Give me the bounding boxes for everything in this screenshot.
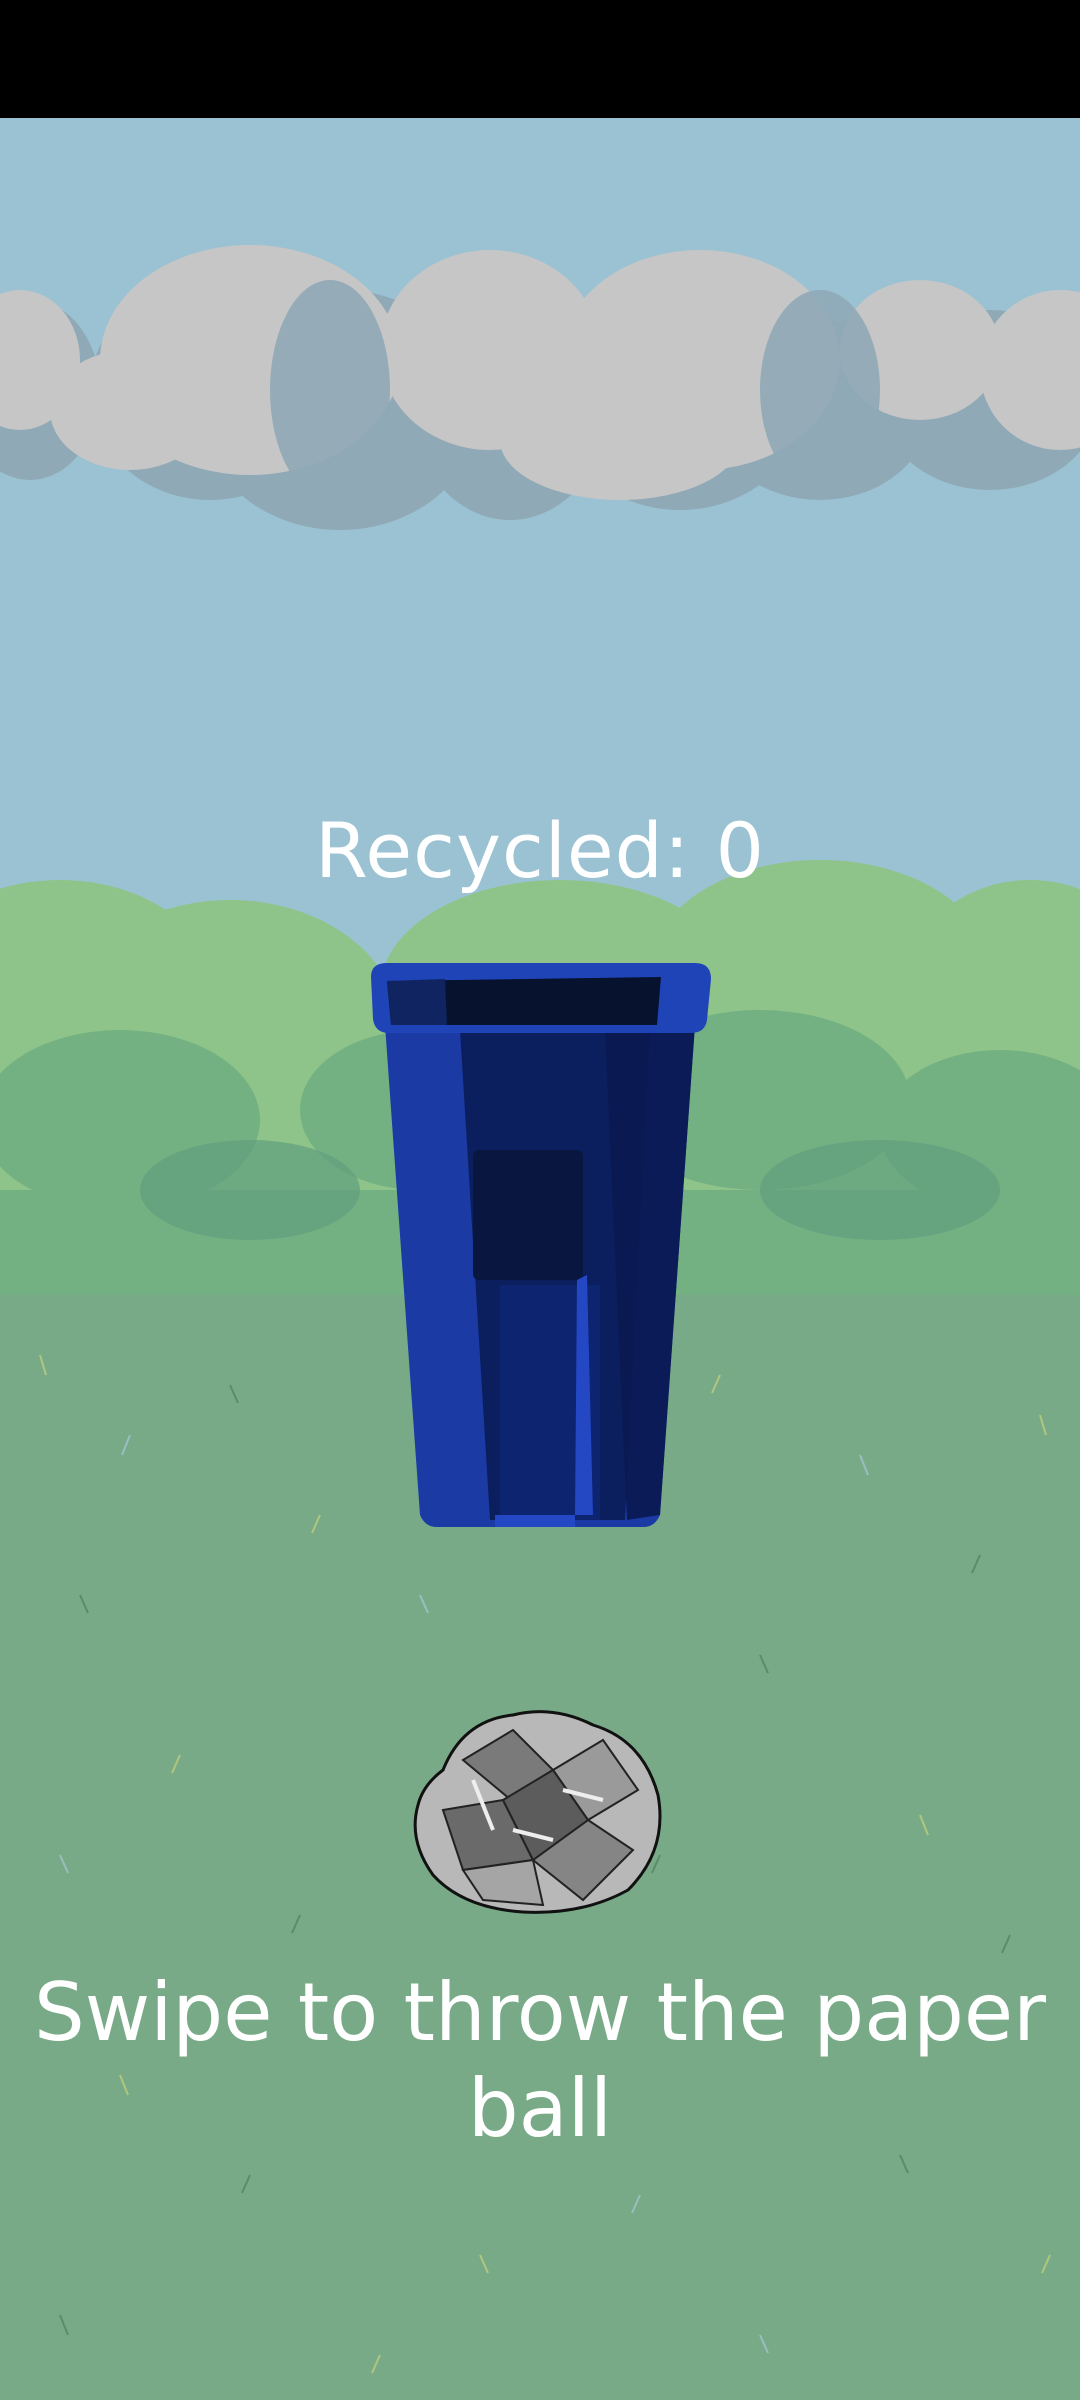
recycling-bin-icon — [371, 963, 711, 1527]
paper-ball-icon[interactable] — [403, 1700, 671, 1920]
status-bar — [0, 0, 1080, 118]
clouds — [0, 245, 1080, 530]
instruction-text: Swipe to throw the paper ball — [33, 1966, 1047, 2155]
score-label: Recycled: 0 — [315, 806, 765, 895]
